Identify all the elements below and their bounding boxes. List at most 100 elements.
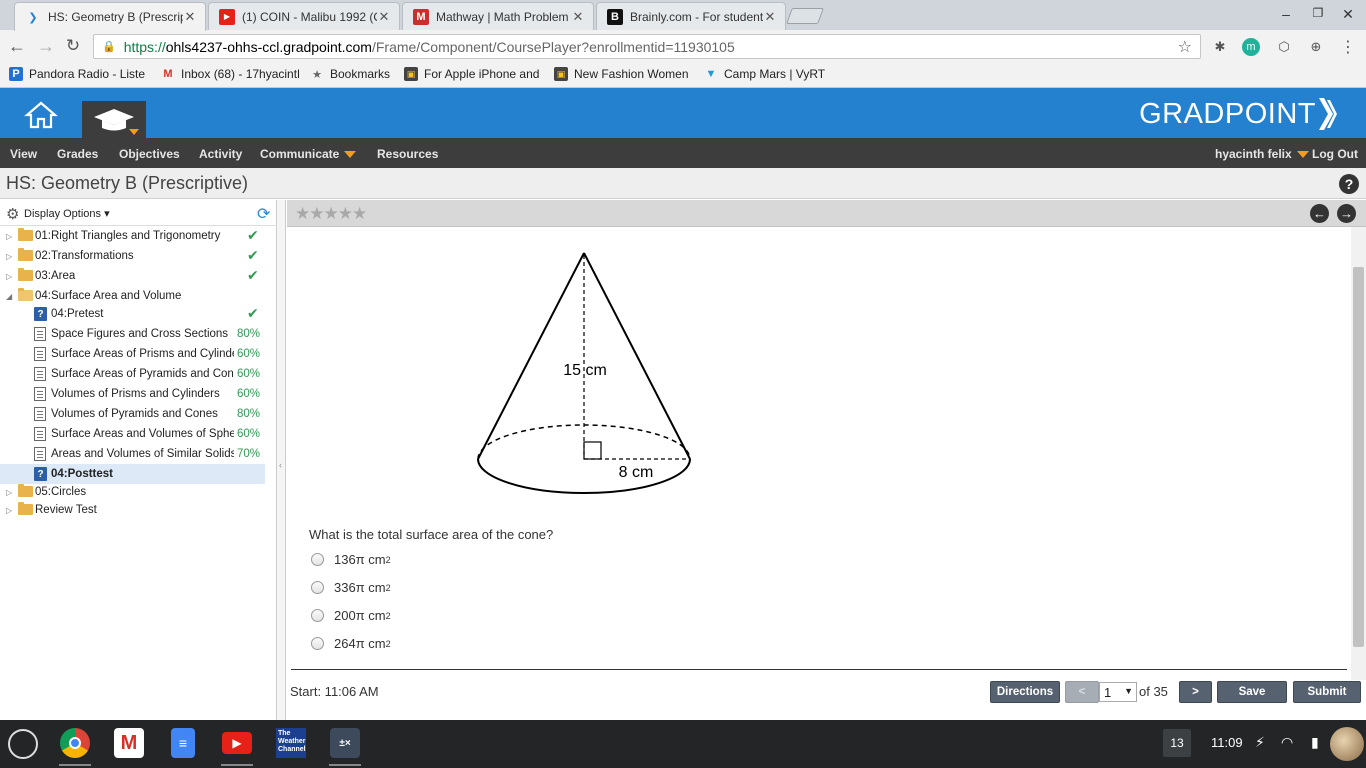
tree-item-unit-05[interactable]: ▷ 05:Circles [0,482,265,502]
globe-icon[interactable]: ⊕ [1307,38,1325,56]
tree-item-review-test[interactable]: ▷ Review Test [0,500,265,520]
refresh-icon[interactable]: ⟳ [257,204,270,224]
answer-option[interactable]: 264π cm 2 [311,636,391,651]
page-select[interactable]: 1 ▼ [1099,682,1137,702]
window-close-icon[interactable]: ✕ [1338,6,1358,23]
bookmark-inbox[interactable]: M Inbox (68) - 17hyacinth [161,67,299,81]
bookmark-pandora[interactable]: P Pandora Radio - Listen [9,67,145,81]
answer-option[interactable]: 136π cm 2 [311,552,391,567]
weather-channel-icon[interactable]: The Weather Channel [276,728,306,758]
menu-resources[interactable]: Resources [377,147,438,161]
tree-item-lesson[interactable]: Volumes of Prisms and Cylinders 60% [0,384,265,404]
bookmark-folder[interactable]: ★ Bookmarks [310,67,390,81]
url-input[interactable]: 🔒 https:// ohls4237-ohhs-ccl.gradpoint.c… [93,34,1201,59]
previous-arrow-icon[interactable]: ← [1310,204,1329,223]
tab-brainly[interactable]: B Brainly.com - For students. By student… [596,2,786,30]
chrome-icon[interactable] [60,728,90,758]
course-menu-button[interactable] [82,101,146,138]
wifi-icon[interactable]: ◠ [1281,734,1293,751]
home-icon[interactable] [20,100,62,130]
logo-text: GRADPOINT [1139,97,1316,130]
tree-item-unit-01[interactable]: ▷ 01:Right Triangles and Trigonometry ✔ [0,226,265,246]
tree-item-lesson[interactable]: Space Figures and Cross Sections 80% [0,324,265,344]
scrollbar-thumb[interactable] [1353,267,1364,647]
sidebar-splitter[interactable]: ‹ [277,200,286,720]
docs-icon[interactable]: ≡ [171,728,195,758]
menu-grades[interactable]: Grades [57,147,98,161]
avatar[interactable] [1330,727,1364,761]
radio-button[interactable] [311,553,324,566]
menu-objectives[interactable]: Objectives [119,147,180,161]
tree-item-lesson[interactable]: Volumes of Pyramids and Cones 80% [0,404,265,424]
expand-icon[interactable]: ▷ [6,506,12,515]
next-arrow-icon[interactable]: → [1337,204,1356,223]
maximize-icon[interactable]: ❐ [1308,6,1328,20]
notification-count[interactable]: 13 [1163,729,1191,757]
close-icon[interactable]: ✕ [571,9,585,25]
tree-item-posttest[interactable]: ? 04:Posttest [0,464,265,484]
radio-button[interactable] [311,581,324,594]
answer-option[interactable]: 336π cm 2 [311,580,391,595]
help-icon[interactable]: ? [1339,174,1359,194]
tab-gradpoint[interactable]: ❯ HS: Geometry B (Prescriptive) ✕ [14,2,206,31]
save-button[interactable]: Save [1217,681,1287,703]
collapse-icon[interactable]: ◢ [6,292,12,301]
directions-button[interactable]: Directions [990,681,1060,703]
radio-button[interactable] [311,637,324,650]
extension-icon[interactable]: ✱ [1211,38,1229,56]
close-icon[interactable]: ✕ [183,9,197,25]
launcher-icon[interactable] [8,729,38,759]
gmail-icon[interactable]: M [114,728,144,758]
clock[interactable]: 11:09 [1211,735,1243,750]
reload-icon[interactable]: ↻ [62,36,84,56]
collapse-arrow-icon[interactable]: ‹ [279,460,282,470]
cube-extension-icon[interactable]: ⬡ [1275,38,1293,56]
answer-option[interactable]: 200π cm 2 [311,608,391,623]
radio-button[interactable] [311,609,324,622]
submit-button[interactable]: Submit [1293,681,1361,703]
menu-view[interactable]: View [10,147,37,161]
address-toolbar: ← → ↻ 🔒 https:// ohls4237-ohhs-ccl.gradp… [0,30,1366,63]
close-icon[interactable]: ✕ [377,9,391,25]
forward-arrow-icon[interactable]: → [35,36,57,56]
score-badge: 70% [237,448,261,460]
logout-link[interactable]: Log Out [1312,147,1358,161]
minimize-icon[interactable]: – [1276,6,1296,22]
bookmark-vyrt[interactable]: ▼ Camp Mars | VyRT [704,67,826,81]
new-tab-button[interactable] [786,8,824,24]
youtube-icon[interactable]: ▶ [222,732,252,754]
expand-icon[interactable]: ▷ [6,232,12,241]
bookmark-star-icon[interactable]: ☆ [1178,37,1192,57]
close-icon[interactable]: ✕ [763,9,777,25]
bookmark-apple[interactable]: ▣ For Apple iPhone and [404,67,539,81]
tree-item-lesson[interactable]: Surface Areas and Volumes of Spheres 60% [0,424,265,444]
tree-item-unit-04[interactable]: ◢ 04:Surface Area and Volume [0,286,265,306]
tab-mathway[interactable]: M Mathway | Math Problem Solver ✕ [402,2,594,30]
expand-icon[interactable]: ▷ [6,272,12,281]
user-menu[interactable]: hyacinth felix [1215,147,1309,161]
tab-youtube[interactable]: ▶ (1) COIN - Malibu 1992 (Official Video… [208,2,400,30]
gear-icon[interactable]: ⚙ [6,205,19,223]
battery-icon[interactable]: ▮ [1311,734,1319,751]
tree-item-unit-03[interactable]: ▷ 03:Area ✔ [0,266,265,286]
back-arrow-icon[interactable]: ← [6,36,28,56]
menu-dots-icon[interactable]: ⋮ [1339,38,1357,56]
tree-item-lesson[interactable]: Surface Areas of Prisms and Cylinders 60… [0,344,265,364]
tree-item-unit-02[interactable]: ▷ 02:Transformations ✔ [0,246,265,266]
no-signal-icon[interactable]: ⚡ [1255,734,1265,751]
scrollbar[interactable] [1351,227,1366,680]
tree-item-lesson[interactable]: Surface Areas of Pyramids and Cones 60% [0,364,265,384]
expand-icon[interactable]: ▷ [6,252,12,261]
menu-activity[interactable]: Activity [199,147,242,161]
tree-item-pretest[interactable]: ? 04:Pretest ✔ [0,304,265,324]
display-options-dropdown[interactable]: Display Options ▾ [24,207,110,220]
expand-icon[interactable]: ▷ [6,488,12,497]
tree-item-lesson[interactable]: Areas and Volumes of Similar Solids 70% [0,444,265,464]
next-page-button[interactable]: > [1179,681,1212,703]
rating-stars-icon[interactable]: ★★★★★ [295,204,367,224]
calculator-icon[interactable]: ±× [330,728,360,758]
previous-page-button[interactable]: < [1065,681,1099,703]
menu-communicate[interactable]: Communicate [260,147,357,161]
bookmark-fashion[interactable]: ▣ New Fashion Women [554,67,689,81]
extension-m-icon[interactable]: m [1242,38,1260,56]
